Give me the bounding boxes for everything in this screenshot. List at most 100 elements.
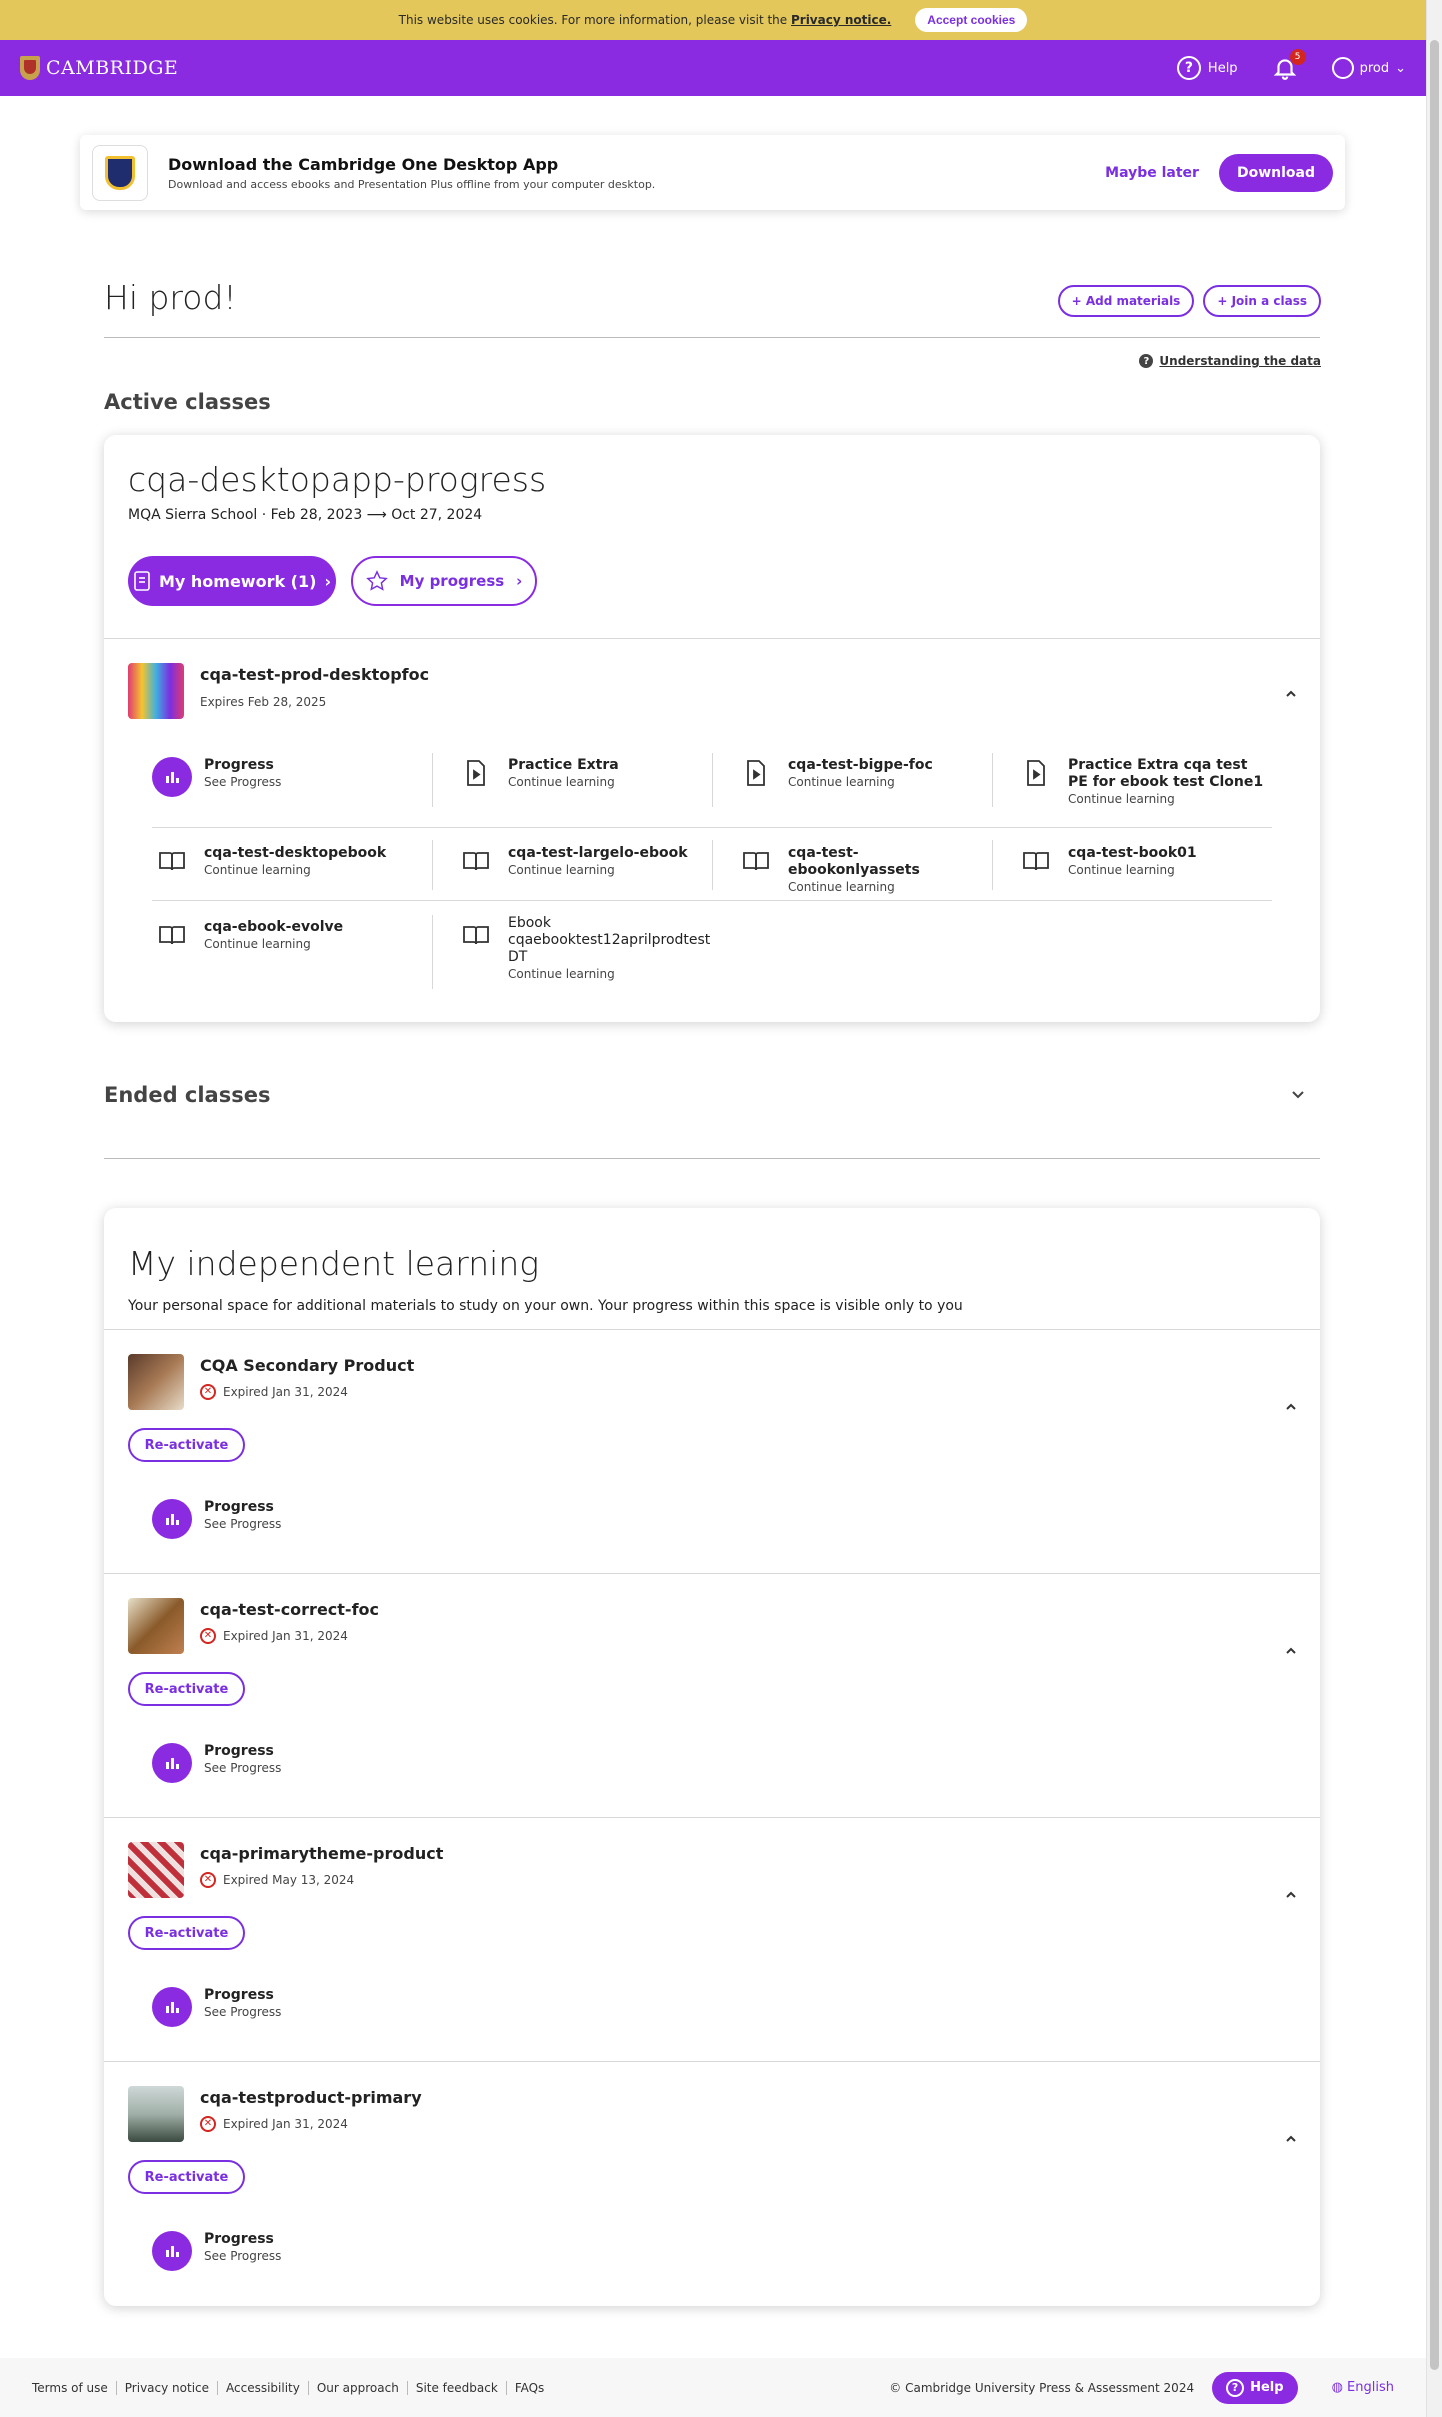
practice-tile[interactable]: Practice Extra cqa test PE for ebook tes… (1016, 757, 1266, 806)
globe-icon: ◍ (1331, 2380, 1343, 2395)
tile-name: Progress (204, 757, 274, 773)
join-class-button[interactable]: + Join a class (1203, 285, 1321, 317)
tile-name: Practice Extra cqa test PE for ebook tes… (1068, 757, 1264, 790)
expiry-text: Expired May 13, 2024 (223, 1873, 355, 1887)
user-name: prod (1359, 60, 1390, 76)
ebook-tile[interactable]: cqa-ebook-evolve Continue learning (152, 919, 412, 951)
footer-link-feedback[interactable]: Site feedback (406, 2380, 506, 2395)
separator (712, 753, 713, 807)
progress-tile[interactable]: Progress See Progress (152, 757, 412, 797)
expired-x-icon: ✕ (200, 1872, 216, 1888)
progress-icon (152, 1987, 192, 2027)
cambridge-logo[interactable]: CAMBRIDGE (20, 56, 178, 80)
page-scrollbar[interactable] (1426, 0, 1442, 2417)
maybe-later-button[interactable]: Maybe later (1105, 165, 1199, 181)
practice-extra-tile[interactable]: Practice Extra Continue learning (456, 757, 706, 789)
chevron-down-icon[interactable] (1290, 1088, 1306, 1102)
add-materials-label: Add materials (1085, 294, 1181, 308)
tile-name: cqa-test-bigpe-foc (788, 757, 933, 773)
ebook-tile[interactable]: cqa-test-book01 Continue learning (1016, 845, 1266, 877)
language-selector[interactable]: ◍ English (1332, 2380, 1394, 2395)
privacy-notice-link[interactable]: Privacy notice. (791, 13, 891, 27)
practice-doc-icon (736, 757, 776, 789)
separator (432, 840, 433, 890)
footer: Terms of use Privacy notice Accessibilit… (0, 2358, 1426, 2417)
tile-sub: See Progress (204, 1517, 282, 1531)
footer-link-terms[interactable]: Terms of use (32, 2381, 116, 2395)
understanding-data-link[interactable]: ? Understanding the data (1139, 354, 1321, 368)
chevron-up-icon[interactable] (1284, 1888, 1298, 1902)
my-homework-button[interactable]: My homework (1) › (128, 556, 336, 606)
shield-icon (20, 56, 40, 80)
ebook-tile[interactable]: Ebook cqaebooktest12aprilprodtest DT Cont… (456, 915, 710, 981)
product-name: cqa-test-correct-foc (200, 1600, 380, 1619)
tile-sub: Continue learning (508, 863, 615, 877)
banner-subtitle: Download and access ebooks and Presentat… (168, 177, 656, 191)
separator (992, 840, 993, 890)
chevron-up-icon[interactable] (1284, 1400, 1298, 1414)
expiry-status: ✕ Expired Jan 31, 2024 (200, 1384, 348, 1400)
reactivate-button[interactable]: Re-activate (128, 2160, 245, 2194)
help-icon: ? (1226, 2378, 1245, 2397)
tile-name: cqa-test-largelo-ebook (508, 845, 688, 861)
help-icon: ? (1176, 56, 1201, 80)
footer-help-label: Help (1250, 2380, 1284, 2395)
ended-classes-heading[interactable]: Ended classes (104, 1083, 270, 1107)
separator (432, 915, 433, 989)
download-button[interactable]: Download (1218, 153, 1333, 192)
tile-name: cqa-test-ebookonlyassets (788, 845, 920, 878)
tile-sub: Continue learning (204, 937, 311, 951)
accept-cookies-button[interactable]: Accept cookies (915, 8, 1028, 32)
expiry-text: Expired Jan 31, 2024 (223, 1629, 348, 1643)
chevron-up-icon[interactable] (1284, 687, 1298, 701)
reactivate-button[interactable]: Re-activate (128, 1672, 245, 1706)
chevron-right-icon: › (516, 572, 523, 590)
tile-sub: Continue learning (508, 775, 615, 789)
join-class-label: Join a class (1231, 294, 1307, 308)
understanding-data-label: Understanding the data (1159, 354, 1321, 368)
practice-tile[interactable]: cqa-test-bigpe-foc Continue learning (736, 757, 986, 789)
add-materials-button[interactable]: + Add materials (1057, 285, 1195, 317)
footer-help-button[interactable]: ? Help (1212, 2371, 1298, 2404)
practice-doc-icon (456, 757, 496, 789)
progress-icon (152, 1499, 192, 1539)
product-name: cqa-testproduct-primary (200, 2088, 422, 2107)
progress-tile[interactable]: Progress See Progress (152, 2231, 281, 2271)
tile-name: Progress (204, 1743, 274, 1759)
page: This website uses cookies. For more info… (0, 0, 1426, 2417)
chevron-up-icon[interactable] (1284, 2132, 1298, 2146)
chevron-up-icon[interactable] (1284, 1644, 1298, 1658)
ebook-tile[interactable]: cqa-test-largelo-ebook Continue learning (456, 845, 706, 877)
tile-name: Practice Extra (508, 757, 619, 773)
book-icon (1016, 845, 1056, 877)
book-icon (736, 845, 776, 877)
progress-icon (152, 757, 192, 797)
my-progress-button[interactable]: My progress › (351, 556, 537, 606)
tile-sub: Continue learning (788, 775, 895, 789)
class-card: cqa-desktopapp-progress MQA Sierra Schoo… (104, 435, 1320, 1022)
footer-link-approach[interactable]: Our approach (307, 2380, 407, 2395)
help-menu[interactable]: ? Help (1176, 56, 1238, 80)
ebook-tile[interactable]: cqa-test-ebookonlyassets Continue learnin… (736, 845, 986, 894)
ebook-tile[interactable]: cqa-test-desktopebook Continue learning (152, 845, 412, 877)
expiry-text: Expired Jan 31, 2024 (223, 2117, 348, 2131)
tile-sub: Continue learning (788, 880, 895, 894)
progress-tile[interactable]: Progress See Progress (152, 1743, 281, 1783)
footer-link-faqs[interactable]: FAQs (505, 2380, 553, 2395)
divider (104, 1329, 1320, 1330)
progress-tile[interactable]: Progress See Progress (152, 1499, 281, 1539)
separator (152, 827, 1272, 828)
user-menu[interactable]: prod ⌄ (1331, 57, 1406, 79)
help-label: Help (1207, 60, 1238, 76)
product-thumbnail (128, 663, 184, 719)
tile-name: cqa-test-desktopebook (204, 845, 387, 861)
footer-link-accessibility[interactable]: Accessibility (217, 2380, 308, 2395)
footer-link-privacy[interactable]: Privacy notice (115, 2380, 217, 2395)
progress-tile[interactable]: Progress See Progress (152, 1987, 281, 2027)
scrollbar-thumb[interactable] (1430, 40, 1439, 2370)
active-classes-heading: Active classes (104, 390, 271, 414)
reactivate-button[interactable]: Re-activate (128, 1428, 245, 1462)
product-name: CQA Secondary Product (200, 1356, 415, 1375)
reactivate-button[interactable]: Re-activate (128, 1916, 245, 1950)
notifications-button[interactable]: 5 (1272, 49, 1306, 81)
